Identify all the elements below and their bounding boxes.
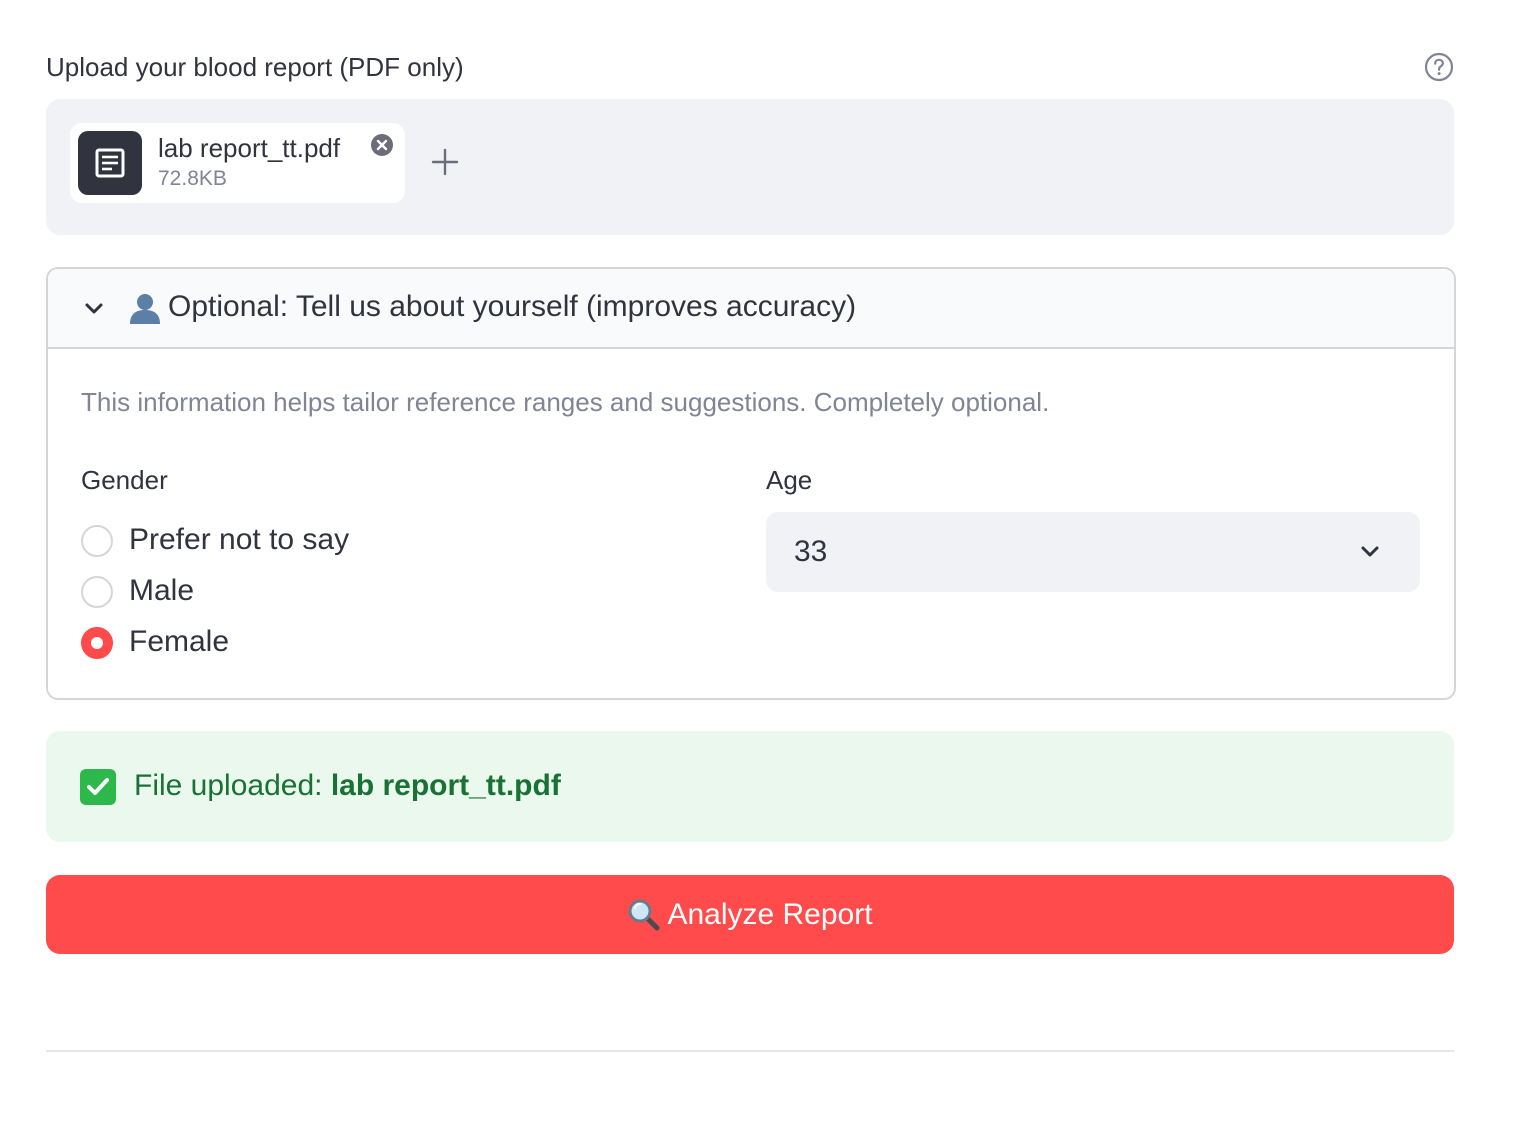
analyze-button-content: Analyze Report [46,875,1454,954]
age-selected-value: 33 [794,535,828,568]
radio-button[interactable] [81,576,113,608]
analyze-report-button[interactable]: Analyze Report [46,875,1454,954]
magnifier-icon [628,899,660,930]
success-prefix: File uploaded: [134,769,323,802]
uploaded-file-chip: lab report_tt.pdf 72.8KB [70,123,405,203]
file-dropzone[interactable]: lab report_tt.pdf 72.8KB [46,99,1454,235]
chevron-down-icon[interactable] [82,297,106,321]
help-circle-icon[interactable] [1424,52,1454,82]
expander-caption: This information helps tailor reference … [81,387,1050,417]
person-icon [130,294,160,324]
radio-label: Prefer not to say [129,523,350,556]
radio-label: Male [129,574,195,607]
page: Upload your blood report (PDF only) lab … [0,0,1517,1124]
file-size: 72.8KB [158,167,227,190]
check-box-icon [80,769,116,805]
radio-option-prefer-not-to-say[interactable]: Prefer not to say [81,521,481,561]
analyze-button-label: Analyze Report [667,897,873,931]
success-message: File uploaded: lab report_tt.pdf [134,766,561,806]
upload-header: Upload your blood report (PDF only) [46,48,1454,86]
success-filename: lab report_tt.pdf [330,769,561,802]
age-select[interactable]: 33 [766,512,1420,592]
radio-label: Female [129,625,230,658]
upload-success-alert: File uploaded: lab report_tt.pdf [46,731,1454,842]
file-name: lab report_tt.pdf [158,133,341,163]
radio-button-selected[interactable] [81,627,113,659]
radio-option-male[interactable]: Male [81,572,481,612]
upload-label: Upload your blood report (PDF only) [46,52,464,82]
divider [46,1050,1454,1052]
gender-label: Gender [81,465,168,495]
expander-title: Optional: Tell us about yourself (improv… [168,290,857,323]
age-label: Age [766,465,813,495]
document-icon [78,131,142,195]
chevron-down-icon [1361,546,1379,557]
expander-header[interactable]: Optional: Tell us about yourself (improv… [48,269,1454,349]
radio-option-female[interactable]: Female [81,623,481,663]
personal-info-expander: Optional: Tell us about yourself (improv… [46,267,1456,700]
close-circle-icon[interactable] [370,133,394,157]
plus-icon[interactable] [430,147,460,177]
radio-button[interactable] [81,525,113,557]
